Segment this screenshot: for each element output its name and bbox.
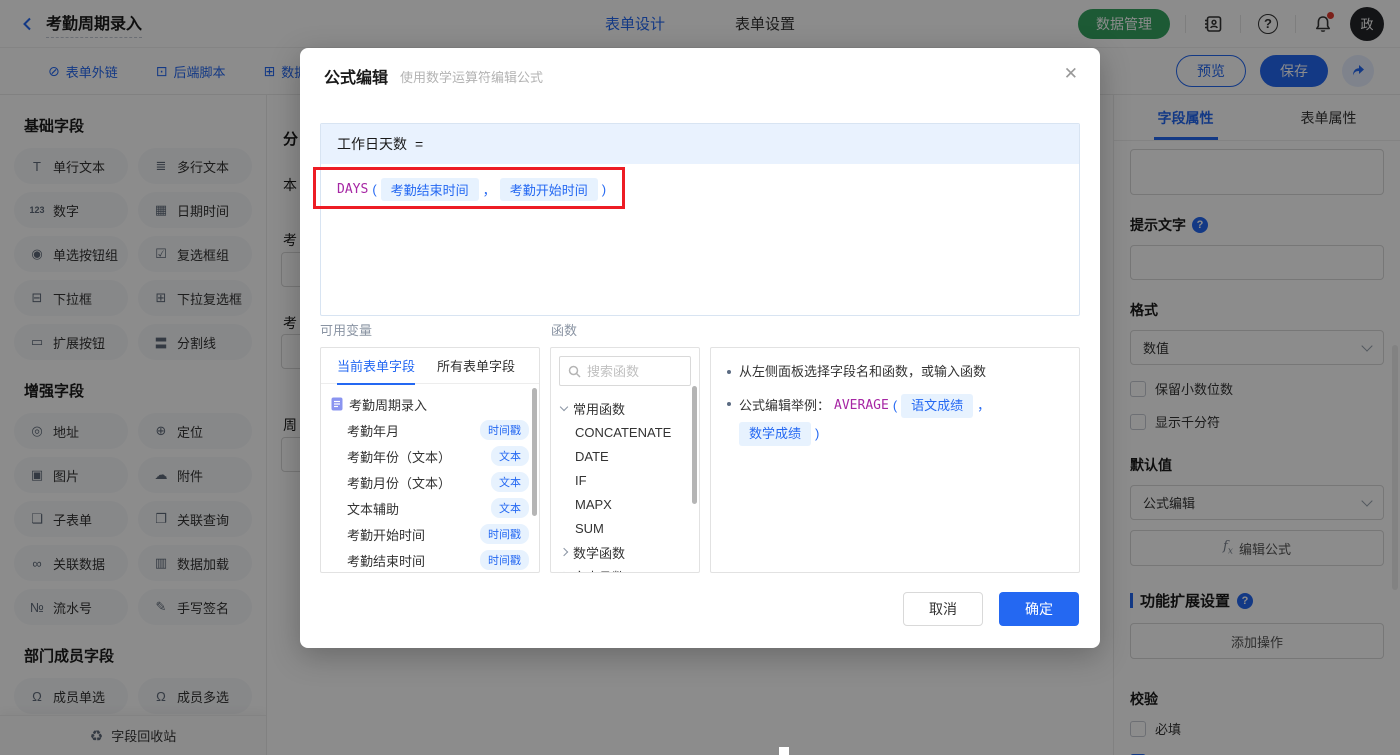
- variable-row[interactable]: 考勤结束时间 时间戳: [331, 547, 529, 572]
- equals-sign: =: [415, 136, 424, 152]
- type-badge: 时间戳: [480, 420, 529, 440]
- function-search[interactable]: [559, 356, 691, 386]
- bullet: [727, 370, 731, 374]
- tips-panel: 从左侧面板选择字段名和函数，或输入函数 公式编辑举例： AVERAGE( 语文成绩…: [710, 347, 1080, 573]
- function-item[interactable]: MAPX: [561, 492, 689, 516]
- variables-label: 可用变量: [320, 323, 373, 338]
- formula-field-chip[interactable]: 考勤结束时间: [380, 178, 479, 201]
- tab-all-form-fields[interactable]: 所有表单字段: [437, 356, 515, 375]
- functions-panel: 常用函数 CONCATENATE DATE IF MAPX SUM 数学函数 文…: [550, 347, 700, 573]
- tip-text: 从左侧面板选择字段名和函数，或输入函数: [739, 364, 987, 379]
- function-group-common[interactable]: 常用函数: [559, 396, 689, 420]
- form-node[interactable]: 考勤周期录入: [331, 391, 529, 417]
- example-field-chip: 数学成绩: [739, 422, 812, 446]
- formula-function: DAYS: [337, 182, 369, 197]
- formula-editor-modal: 公式编辑 使用数学运算符编辑公式 ✕ 工作日天数 = DAYS( 考勤结束时间 …: [300, 48, 1100, 648]
- formula-editor[interactable]: 工作日天数 = DAYS( 考勤结束时间 ， 考勤开始时间 ): [320, 123, 1080, 316]
- type-badge: 文本: [491, 498, 529, 518]
- type-badge: 文本: [491, 446, 529, 466]
- page-indicator: [779, 747, 789, 755]
- variable-row[interactable]: 考勤月份（文本） 文本: [331, 469, 529, 495]
- formula-target: 工作日天数: [337, 136, 407, 152]
- function-item[interactable]: IF: [561, 468, 689, 492]
- function-item[interactable]: SUM: [561, 516, 689, 540]
- paren-open: (: [372, 182, 377, 197]
- chevron-right-icon: [559, 547, 569, 557]
- modal-subtitle: 使用数学运算符编辑公式: [400, 69, 544, 85]
- example-field-chip: 语文成绩: [901, 394, 974, 418]
- function-group-text[interactable]: 文本函数: [559, 564, 689, 572]
- scrollbar[interactable]: [532, 388, 537, 516]
- comma: ，: [482, 183, 496, 198]
- type-badge: 时间戳: [480, 524, 529, 544]
- function-search-input[interactable]: [587, 363, 677, 379]
- variable-row[interactable]: 文本辅助 文本: [331, 495, 529, 521]
- function-group-math[interactable]: 数学函数: [559, 540, 689, 564]
- chevron-down-icon: [559, 402, 569, 411]
- chevron-right-icon: [559, 571, 569, 572]
- confirm-button[interactable]: 确定: [999, 592, 1079, 626]
- type-badge: 时间戳: [480, 550, 529, 570]
- functions-label: 函数: [551, 323, 578, 338]
- type-badge: 文本: [491, 472, 529, 492]
- example-function: AVERAGE: [834, 398, 889, 413]
- form-doc-icon: [331, 397, 343, 411]
- paren-close: ): [601, 182, 607, 197]
- function-item[interactable]: DATE: [561, 444, 689, 468]
- variable-row[interactable]: 考勤开始时间 时间戳: [331, 521, 529, 547]
- tip-example: 公式编辑举例： AVERAGE( 语文成绩 ， 数学成绩 ): [739, 394, 1063, 446]
- variable-row[interactable]: 考勤年份（文本） 文本: [331, 443, 529, 469]
- function-item[interactable]: CONCATENATE: [561, 420, 689, 444]
- close-icon[interactable]: ✕: [1064, 64, 1078, 84]
- bullet: [727, 402, 731, 406]
- formula-field-chip[interactable]: 考勤开始时间: [499, 178, 598, 201]
- tab-current-form-fields[interactable]: 当前表单字段: [337, 356, 416, 385]
- variables-panel: 当前表单字段 所有表单字段 考勤周期录入 考勤年月 时间戳 考勤年份（文本） 文本 …: [320, 347, 540, 573]
- modal-title: 公式编辑: [324, 70, 389, 87]
- scrollbar[interactable]: [692, 386, 697, 504]
- search-icon: [568, 365, 581, 378]
- cancel-button[interactable]: 取消: [903, 592, 983, 626]
- variable-row[interactable]: 考勤年月 时间戳: [331, 417, 529, 443]
